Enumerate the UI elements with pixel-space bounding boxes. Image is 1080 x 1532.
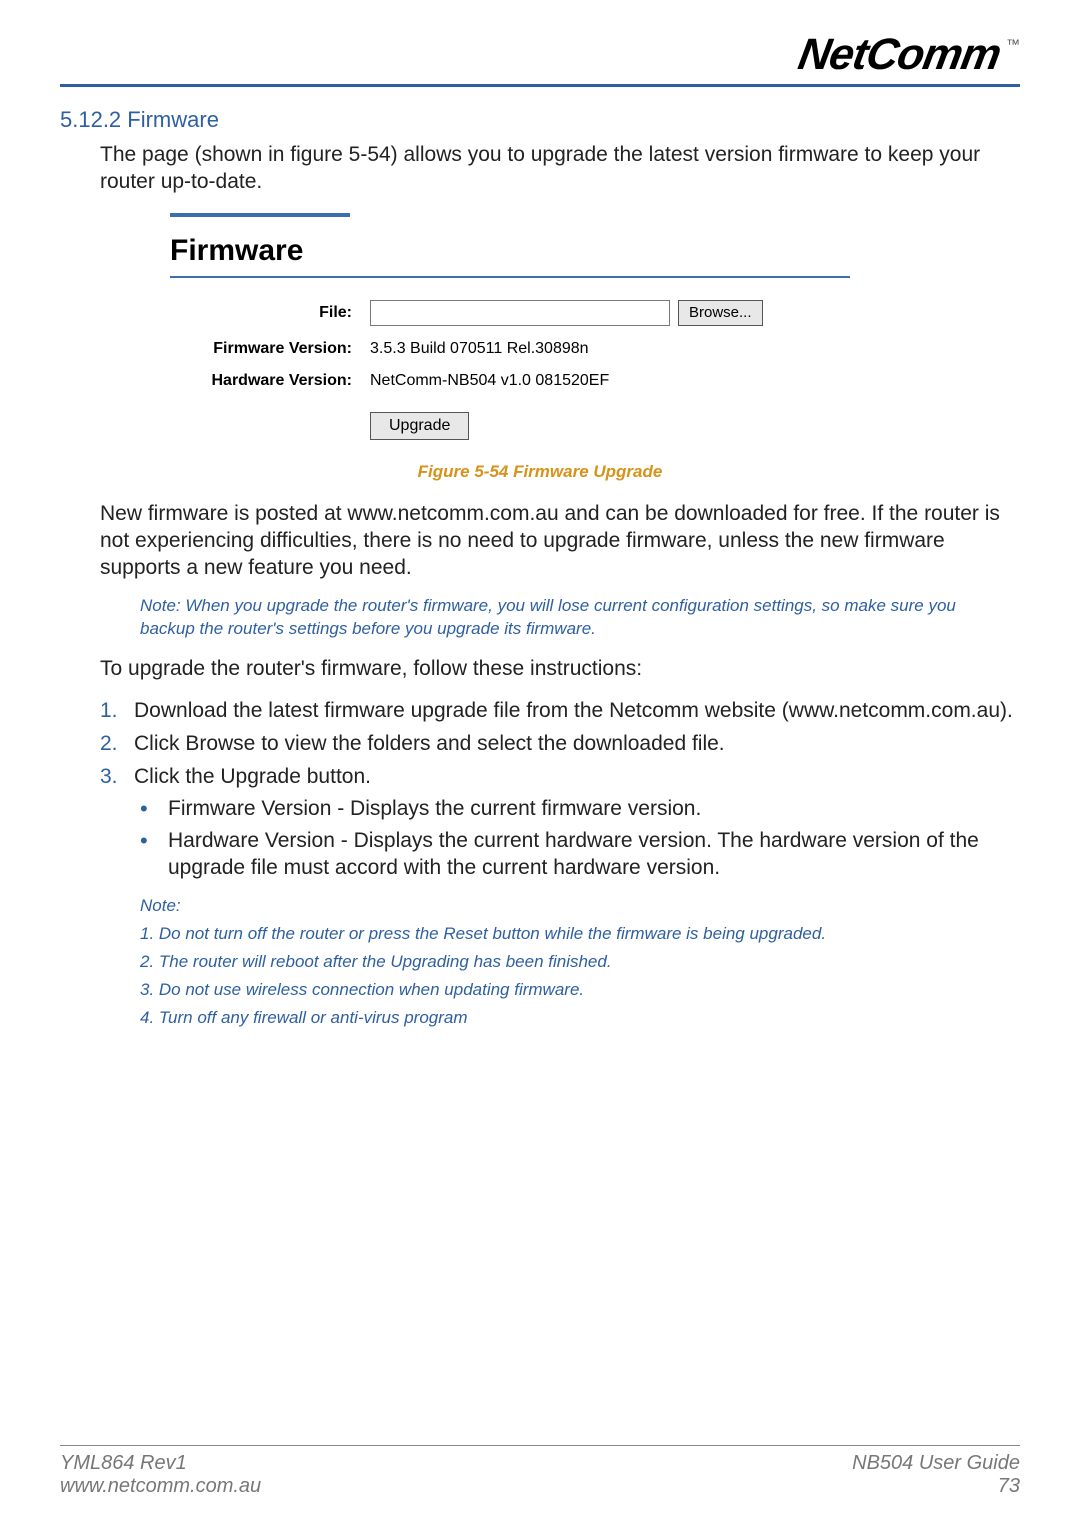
note-line-2: 2. The router will reboot after the Upgr…: [140, 952, 1020, 972]
label-hardware-version: Hardware Version:: [170, 372, 370, 390]
note-backup: Note: When you upgrade the router's firm…: [140, 595, 980, 641]
note-line-3: 3. Do not use wireless connection when u…: [140, 980, 1020, 1000]
bullet-text: Hardware Version - Displays the current …: [168, 827, 1020, 882]
step-text: Click Browse to view the folders and sel…: [134, 730, 725, 757]
header-divider: [60, 84, 1020, 87]
footer-divider: [60, 1445, 1020, 1446]
row-hardware-version: Hardware Version: NetComm-NB504 v1.0 081…: [170, 372, 850, 390]
logo-text: NetComm: [795, 30, 1005, 80]
intro-paragraph: The page (shown in figure 5-54) allows y…: [100, 141, 1020, 196]
browse-button[interactable]: Browse...: [678, 300, 763, 326]
step-3: 3. Click the Upgrade button. • Firmware …: [100, 763, 1020, 885]
brand-logo: NetComm ™: [799, 30, 1020, 80]
step-text: Download the latest firmware upgrade fil…: [134, 697, 1013, 724]
row-file: File: Browse...: [170, 300, 850, 326]
note-header: Note:: [140, 896, 1020, 916]
step-number: 2.: [100, 730, 134, 757]
value-firmware-version: 3.5.3 Build 070511 Rel.30898n: [370, 340, 589, 358]
value-hardware-version: NetComm-NB504 v1.0 081520EF: [370, 372, 609, 390]
footer-page-number: 73: [852, 1475, 1020, 1498]
note-line-4: 4. Turn off any firewall or anti-virus p…: [140, 1008, 1020, 1028]
step-text: Click the Upgrade button.: [134, 765, 371, 788]
step-number: 3.: [100, 763, 134, 885]
figure-title: Firmware: [170, 228, 850, 276]
bullet-hardware-version: • Hardware Version - Displays the curren…: [134, 827, 1020, 882]
step-1: 1. Download the latest firmware upgrade …: [100, 697, 1020, 724]
figure-caption: Figure 5-54 Firmware Upgrade: [60, 462, 1020, 482]
file-input[interactable]: [370, 300, 670, 326]
figure-divider: [170, 276, 850, 278]
steps-list: 1. Download the latest firmware upgrade …: [100, 697, 1020, 886]
trademark-symbol: ™: [1006, 36, 1020, 52]
footer-guide-title: NB504 User Guide: [852, 1452, 1020, 1475]
paragraph-after-figure: New firmware is posted at www.netcomm.co…: [100, 500, 1020, 582]
upgrade-button[interactable]: Upgrade: [370, 412, 469, 440]
note-line-1: 1. Do not turn off the router or press t…: [140, 924, 1020, 944]
section-heading: 5.12.2 Firmware: [60, 107, 1020, 133]
label-firmware-version: Firmware Version:: [170, 340, 370, 358]
label-file: File:: [170, 304, 370, 322]
bullet-dot-icon: •: [134, 827, 168, 882]
figure-firmware: Firmware File: Browse... Firmware Versio…: [160, 210, 1020, 454]
step-2: 2. Click Browse to view the folders and …: [100, 730, 1020, 757]
instructions-lead: To upgrade the router's firmware, follow…: [100, 655, 1020, 682]
bullet-dot-icon: •: [134, 795, 168, 824]
row-firmware-version: Firmware Version: 3.5.3 Build 070511 Rel…: [170, 340, 850, 358]
header: NetComm ™: [60, 30, 1020, 80]
bullet-firmware-version: • Firmware Version - Displays the curren…: [134, 795, 1020, 824]
bullet-text: Firmware Version - Displays the current …: [168, 795, 701, 824]
page-footer: YML864 Rev1 www.netcomm.com.au NB504 Use…: [60, 1445, 1020, 1498]
bullets-list: • Firmware Version - Displays the curren…: [134, 795, 1020, 882]
figure-title-bar: [170, 213, 350, 219]
footer-url: www.netcomm.com.au: [60, 1475, 261, 1498]
footer-doc-rev: YML864 Rev1: [60, 1452, 261, 1475]
step-number: 1.: [100, 697, 134, 724]
